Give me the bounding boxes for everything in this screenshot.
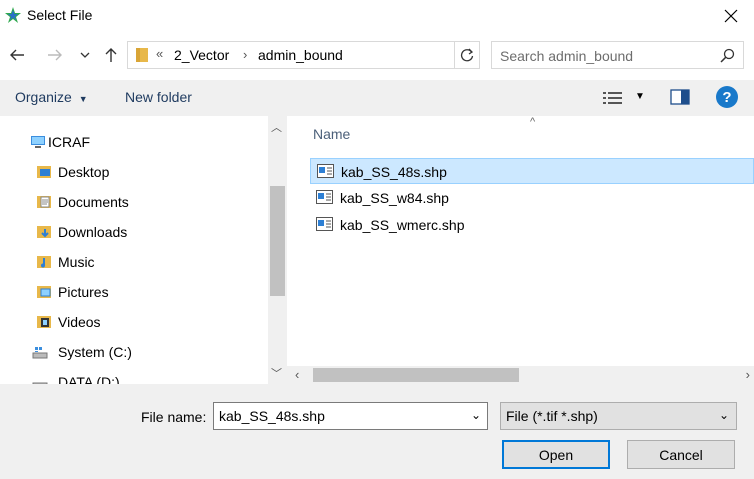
arrow-left-icon xyxy=(10,49,24,61)
file-row[interactable]: kab_SS_w84.shp xyxy=(310,185,754,211)
videos-folder-icon xyxy=(37,316,51,328)
nav-item-documents[interactable]: Documents xyxy=(0,189,268,215)
navigation-pane: ICRAF Desktop Documents Downloads Music … xyxy=(0,116,268,384)
forward-button[interactable] xyxy=(42,42,68,68)
refresh-icon xyxy=(460,48,474,62)
nav-item-icraf[interactable]: ICRAF xyxy=(0,129,268,155)
breadcrumb-chevron-icon[interactable]: › xyxy=(243,47,247,62)
nav-item-desktop[interactable]: Desktop xyxy=(0,159,268,185)
close-button[interactable] xyxy=(708,0,754,32)
nav-item-videos[interactable]: Videos xyxy=(0,309,268,335)
chevron-down-icon: ⌄ xyxy=(718,408,729,422)
app-star-icon xyxy=(5,7,21,23)
desktop-folder-icon xyxy=(37,166,51,178)
up-button[interactable] xyxy=(98,42,124,68)
downloads-folder-icon xyxy=(37,226,51,238)
view-details-icon[interactable] xyxy=(603,91,623,105)
cancel-button[interactable]: Cancel xyxy=(627,440,735,469)
dialog-footer: File name: kab_SS_48s.shp ⌄ File (*.tif … xyxy=(0,384,754,479)
scroll-down-icon[interactable]: ﹀ xyxy=(271,365,282,381)
scroll-up-icon[interactable]: ︿ xyxy=(271,119,282,135)
file-name-combobox[interactable]: kab_SS_48s.shp ⌄ xyxy=(213,402,488,430)
refresh-button[interactable] xyxy=(454,42,479,68)
recent-locations-button[interactable] xyxy=(74,42,96,68)
file-row[interactable]: kab_SS_48s.shp xyxy=(310,158,754,184)
file-name-input[interactable]: kab_SS_48s.shp xyxy=(219,408,325,424)
computer-icon xyxy=(31,136,45,148)
pictures-folder-icon xyxy=(37,286,51,298)
file-list-horizontal-scrollbar[interactable]: ‹ › xyxy=(287,366,754,384)
arrow-up-icon xyxy=(105,48,117,62)
folder-icon xyxy=(136,48,148,62)
window-title: Select File xyxy=(27,7,93,23)
shapefile-icon xyxy=(316,190,333,204)
sort-ascending-icon: ^ xyxy=(530,116,536,128)
shapefile-icon xyxy=(317,164,334,178)
nav-item-pictures[interactable]: Pictures xyxy=(0,279,268,305)
command-toolbar: Organize ▼ New folder ▼ ? xyxy=(0,80,754,116)
nav-item-music[interactable]: Music xyxy=(0,249,268,275)
preview-pane-icon[interactable] xyxy=(670,89,690,105)
organize-button[interactable]: Organize ▼ xyxy=(15,89,88,105)
organize-dropdown-icon: ▼ xyxy=(78,94,88,104)
new-folder-button[interactable]: New folder xyxy=(125,89,192,105)
shapefile-icon xyxy=(316,217,333,231)
file-type-value: File (*.tif *.shp) xyxy=(506,408,598,424)
address-overflow[interactable]: « xyxy=(156,46,163,61)
scrollbar-thumb[interactable] xyxy=(313,368,519,382)
music-folder-icon xyxy=(37,256,51,268)
column-header-name[interactable]: Name xyxy=(313,126,350,142)
search-box[interactable] xyxy=(491,41,744,69)
scroll-left-icon[interactable]: ‹ xyxy=(295,367,299,382)
back-button[interactable] xyxy=(4,42,30,68)
file-row[interactable]: kab_SS_wmerc.shp xyxy=(310,212,754,238)
documents-folder-icon xyxy=(37,196,51,208)
chevron-down-icon xyxy=(80,52,90,58)
address-segment-2-vector[interactable]: 2_Vector xyxy=(174,47,229,63)
help-icon[interactable]: ? xyxy=(716,86,738,108)
search-input[interactable] xyxy=(500,46,700,66)
open-button[interactable]: Open xyxy=(502,440,610,469)
chevron-down-icon[interactable]: ⌄ xyxy=(471,408,481,422)
nav-item-system-c[interactable]: System (C:) xyxy=(0,339,268,365)
arrow-right-icon xyxy=(48,49,62,61)
file-type-select[interactable]: File (*.tif *.shp) ⌄ xyxy=(500,402,737,430)
search-icon xyxy=(720,48,735,63)
file-list-pane: ^ Name kab_SS_48s.shp kab_SS_w84.shp kab… xyxy=(287,116,754,366)
file-name-label: File name: xyxy=(141,409,207,425)
close-icon xyxy=(724,9,738,23)
nav-item-downloads[interactable]: Downloads xyxy=(0,219,268,245)
view-options-dropdown-icon[interactable]: ▼ xyxy=(635,91,645,102)
drive-icon xyxy=(32,347,48,359)
address-bar[interactable]: « 2_Vector › admin_bound xyxy=(127,41,480,69)
scrollbar-thumb[interactable] xyxy=(270,186,285,296)
scroll-right-icon[interactable]: › xyxy=(746,367,750,382)
address-segment-admin-bound[interactable]: admin_bound xyxy=(258,47,343,63)
title-bar: Select File xyxy=(0,0,754,32)
nav-item-data-d[interactable]: DATA (D:) xyxy=(0,369,268,384)
drive-icon xyxy=(32,382,48,384)
organize-label: Organize xyxy=(15,89,72,105)
navigation-scrollbar[interactable]: ︿ ﹀ xyxy=(268,116,287,384)
